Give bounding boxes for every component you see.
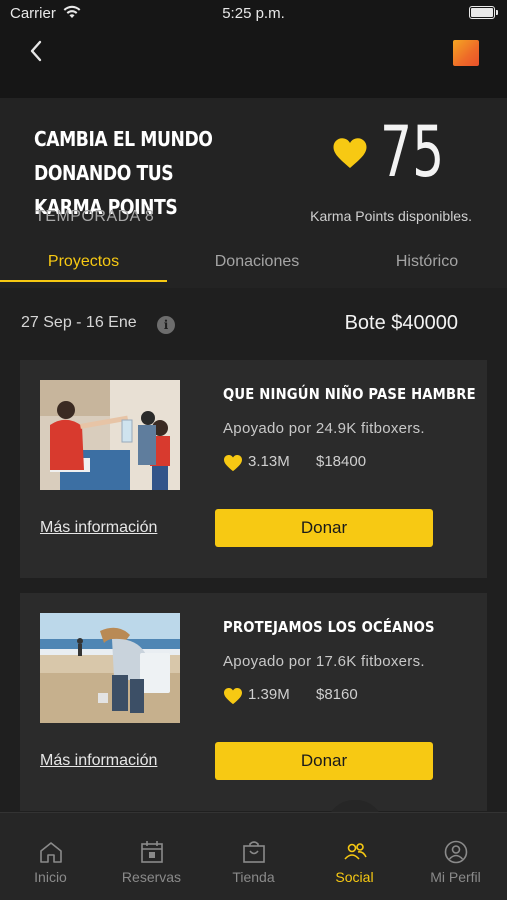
project-karma-points: 3.13M — [248, 453, 290, 470]
nav-label: Social — [335, 869, 374, 885]
heart-icon — [333, 138, 367, 168]
people-icon — [344, 843, 367, 860]
donate-button[interactable]: Donar — [215, 742, 433, 780]
nav-tienda[interactable]: Tienda — [203, 813, 304, 900]
more-info-link[interactable]: Más información — [40, 752, 157, 770]
project-card: PROTEJAMOS LOS OCÉANOS Apoyado por 17.6K… — [20, 593, 487, 811]
project-image-children-food — [40, 380, 180, 490]
nav-social[interactable]: Social — [304, 813, 405, 900]
project-money: $8160 — [316, 686, 358, 703]
tab-historico[interactable]: Histórico — [342, 253, 507, 271]
heart-icon — [224, 454, 242, 472]
donate-button[interactable]: Donar — [215, 509, 433, 547]
period-row: 27 Sep - 16 Ene i Bote $40000 — [0, 300, 507, 348]
info-icon[interactable]: i — [157, 316, 175, 334]
navigation-bar — [0, 28, 507, 98]
nav-label: Reservas — [121, 869, 182, 885]
nav-reservas[interactable]: Reservas — [101, 813, 202, 900]
shopping-bag-icon — [243, 841, 265, 863]
active-tab-indicator — [0, 280, 167, 282]
tab-donaciones[interactable]: Donaciones — [172, 253, 342, 271]
project-image-ocean-cleanup — [40, 613, 180, 723]
status-bar: Carrier 5:25 p.m. — [0, 0, 507, 28]
project-card: QUE NINGÚN NIÑO PASE HAMBRE Apoyado por … — [20, 360, 487, 578]
heart-icon — [224, 687, 242, 705]
project-title: PROTEJAMOS LOS OCÉANOS — [223, 618, 435, 636]
project-money: $18400 — [316, 453, 367, 470]
project-supporters: Apoyado por 17.6K fitboxers. — [223, 653, 425, 670]
calendar-icon — [141, 841, 163, 863]
pot-amount: Bote $40000 — [344, 312, 458, 334]
chevron-left-icon[interactable] — [22, 36, 52, 66]
tab-proyectos[interactable]: Proyectos — [0, 253, 167, 271]
home-icon — [40, 842, 62, 863]
profile-icon — [444, 840, 468, 864]
project-supporters: Apoyado por 24.9K fitboxers. — [223, 420, 425, 437]
clock: 5:25 p.m. — [222, 5, 285, 22]
nav-mi-perfil[interactable]: Mi Perfil — [405, 813, 506, 900]
brand-logo-icon[interactable] — [453, 40, 479, 66]
bottom-tab-bar: Inicio Reservas Tienda Social Mi Perfil — [0, 812, 507, 900]
season-label: TEMPORADA 8 — [35, 208, 155, 225]
tab-bar: Proyectos Donaciones Histórico — [0, 240, 507, 282]
project-title: QUE NINGÚN NIÑO PASE HAMBRE — [223, 385, 476, 403]
nav-label: Inicio — [34, 869, 67, 885]
karma-points-value: 75 — [380, 111, 445, 193]
project-karma-points: 1.39M — [248, 686, 290, 703]
more-info-link[interactable]: Más información — [40, 519, 157, 537]
nav-label: Mi Perfil — [430, 869, 481, 885]
nav-label: Tienda — [232, 869, 275, 885]
period-dates: 27 Sep - 16 Ene — [21, 314, 137, 331]
nav-inicio[interactable]: Inicio — [0, 813, 101, 900]
karma-points-label: Karma Points disponibles. — [310, 208, 472, 224]
battery-icon — [469, 6, 498, 19]
